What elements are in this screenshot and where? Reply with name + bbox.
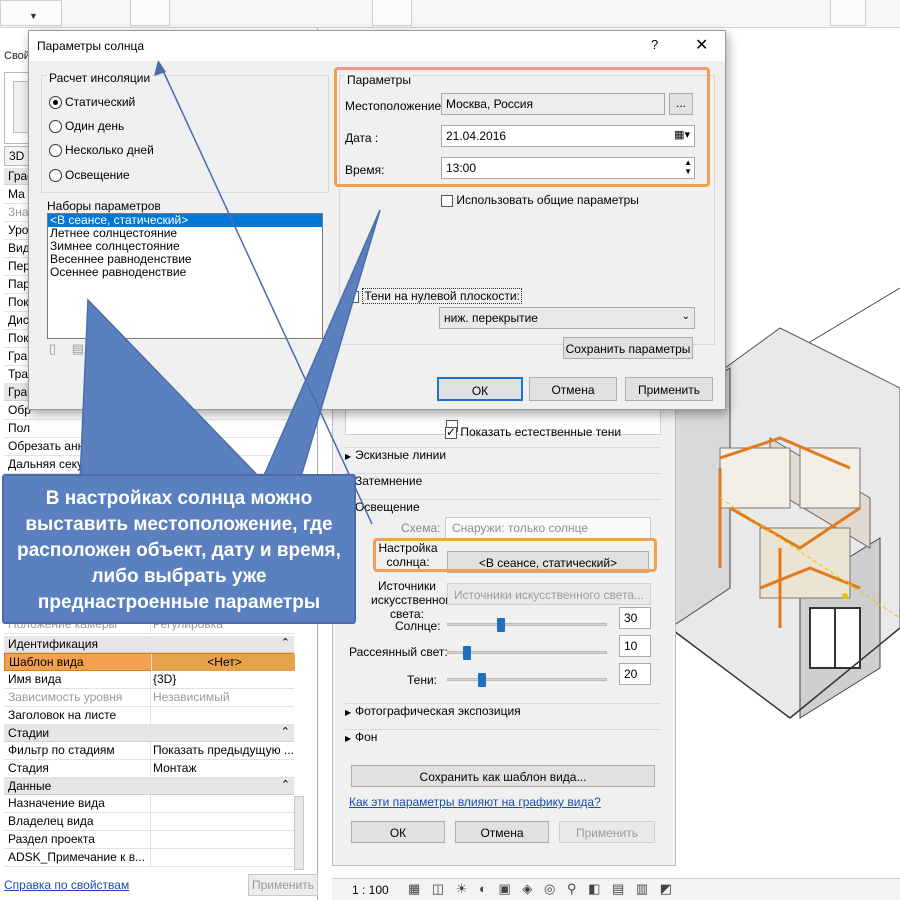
instruction-callout: В настройках солнца можно выставить мест… — [2, 474, 356, 624]
callout-arrows — [79, 60, 381, 525]
